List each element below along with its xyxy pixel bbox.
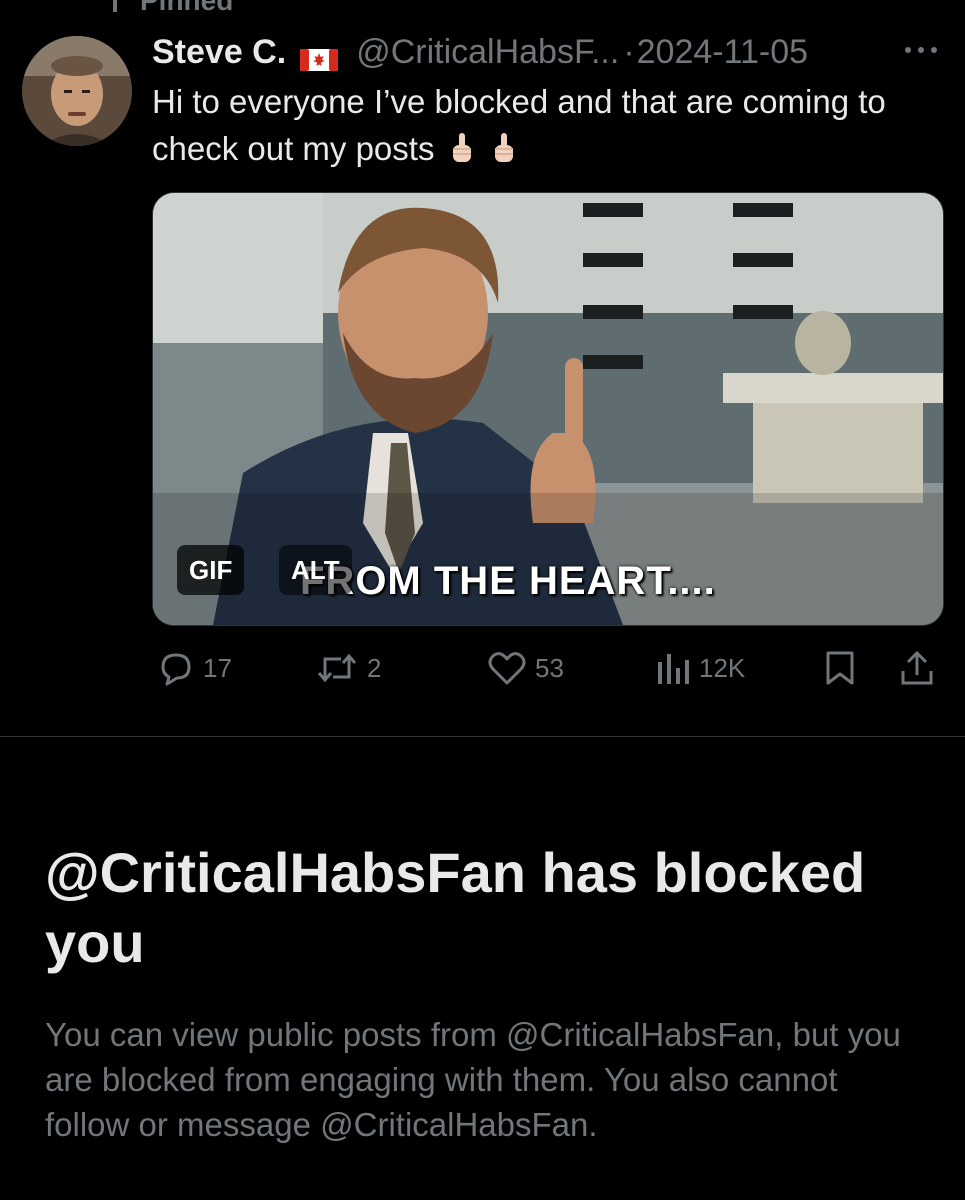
share-icon bbox=[898, 649, 936, 687]
avatar[interactable] bbox=[22, 36, 132, 146]
heart-icon bbox=[487, 650, 527, 686]
blocked-title: @CriticalHabsFan has blocked you bbox=[45, 841, 866, 974]
repost-button[interactable]: 2 bbox=[315, 646, 381, 690]
pointing-up-emoji-1 bbox=[448, 130, 476, 177]
pinned-label: Pinned bbox=[140, 0, 234, 16]
views-count: 12K bbox=[699, 652, 746, 683]
views-button[interactable]: 12K bbox=[655, 646, 745, 690]
tweet-header: Steve C. @CriticalHabsF... · 2024-11-05 bbox=[152, 30, 808, 74]
pinned-indicator: Pinned bbox=[104, 0, 233, 16]
display-name[interactable]: Steve C. bbox=[152, 33, 286, 72]
reply-count: 17 bbox=[203, 652, 232, 683]
reply-button[interactable]: 17 bbox=[157, 646, 232, 690]
tweet-body: Hi to everyone I’ve blocked and that are… bbox=[152, 83, 886, 167]
tweet-actions: 17 2 53 12K bbox=[0, 640, 965, 696]
bookmark-icon bbox=[824, 649, 856, 687]
alt-badge[interactable]: ALT bbox=[279, 545, 352, 595]
user-handle[interactable]: @CriticalHabsF... bbox=[356, 33, 619, 72]
pointing-up-emoji-2 bbox=[490, 130, 518, 177]
separator-dot: · bbox=[623, 32, 635, 71]
canada-flag-icon bbox=[300, 41, 339, 71]
post-date[interactable]: 2024-11-05 bbox=[637, 33, 808, 72]
gif-caption: FROM THE HEART.... bbox=[300, 559, 716, 603]
gif-media[interactable]: FROM THE HEART.... GIF ALT bbox=[152, 192, 944, 626]
more-button[interactable] bbox=[899, 38, 943, 62]
repost-icon bbox=[315, 649, 359, 687]
like-button[interactable]: 53 bbox=[487, 646, 564, 690]
more-icon bbox=[903, 41, 939, 59]
like-count: 53 bbox=[535, 652, 564, 683]
gif-badge[interactable]: GIF bbox=[177, 545, 245, 595]
blocked-description: You can view public posts from @Critical… bbox=[45, 1016, 901, 1143]
bookmark-button[interactable] bbox=[824, 646, 856, 690]
reply-icon bbox=[157, 649, 195, 687]
tweet-text: Hi to everyone I’ve blocked and that are… bbox=[152, 78, 952, 177]
views-icon bbox=[655, 650, 691, 686]
repost-count: 2 bbox=[367, 652, 382, 683]
pin-icon bbox=[104, 0, 126, 16]
section-divider bbox=[0, 736, 965, 737]
share-button[interactable] bbox=[898, 646, 936, 690]
